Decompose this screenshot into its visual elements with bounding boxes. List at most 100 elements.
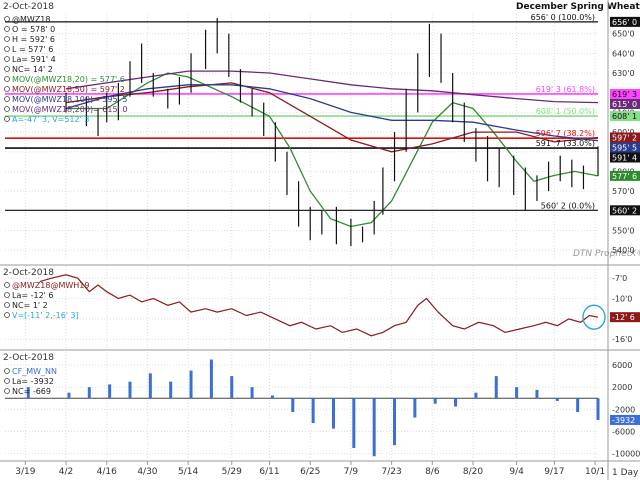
legend-item: MOV(@MWZ18,50) = 597' 2 [12, 85, 125, 94]
x-tick-label: 4/30 [137, 467, 157, 477]
cot-bar [596, 398, 600, 420]
cot-bar [291, 398, 295, 413]
legend-item: NC= -669 [12, 387, 51, 396]
y-tick-label: 540'0 [612, 246, 635, 255]
y-tick-label: -6000 [612, 427, 635, 436]
cot-bar [87, 387, 91, 399]
x-tick-label: 5/29 [222, 467, 242, 477]
x-tick-label: 6/25 [300, 467, 320, 477]
y-tick-label: -10000 [612, 449, 640, 458]
spread-value-box: -12' 6 [610, 312, 640, 323]
y-tick-label: -10'0 [612, 295, 632, 304]
cot-bar [474, 392, 478, 399]
x-tick-label: 4/16 [97, 467, 117, 477]
panel2-date: 2-Oct-2018 [3, 268, 54, 278]
x-tick-label: 8/6 [425, 467, 440, 477]
cot-bar [169, 381, 173, 399]
fib-label: 560' 2 (0.0%) [541, 201, 595, 210]
cot-bar [311, 398, 315, 424]
legend-item: @MWZ18@MWH19 [12, 281, 89, 290]
value-box-label: 619' 3 [612, 90, 637, 99]
y-tick-label: 650'0 [612, 30, 635, 39]
cot-bar [148, 373, 152, 399]
x-tick-label: 3/19 [15, 467, 35, 477]
cot-legend: CF_MW_NNLa= -3932NC= -669 [4, 367, 57, 396]
chart-background [0, 0, 640, 480]
legend-item: CF_MW_NN [12, 367, 57, 376]
x-tick-label: 9/4 [509, 467, 524, 477]
cot-bar [576, 398, 580, 413]
cot-bar [270, 395, 274, 399]
x-tick-label: 10/1 [585, 467, 605, 477]
value-box-label: 591' 4 [612, 153, 637, 162]
x-tick-label: 6/11 [259, 467, 279, 477]
value-box-label: 560' 2 [612, 206, 637, 215]
cot-bar [331, 398, 335, 429]
fib-label: 608' 1 (50.0%) [536, 107, 595, 116]
y-tick-label: -16'0 [612, 335, 632, 344]
value-box-label: -12' 6 [612, 313, 635, 322]
cot-bar [433, 398, 437, 404]
legend-item: H = 592' 6 [12, 35, 55, 44]
legend-item: MOV(@MWZ18,200)= 615' 0 [12, 105, 127, 114]
fib-label: 591' 7 (33.0%) [536, 139, 595, 148]
y-tick-label: -7'0 [612, 274, 627, 283]
x-tick-label: 4/2 [59, 467, 73, 477]
y-tick-label: 6000 [612, 361, 632, 370]
y-tick-label: 640'0 [612, 49, 635, 58]
cot-bar [515, 387, 519, 399]
cot-bar [555, 398, 559, 401]
cot-bar [352, 398, 356, 448]
fib-label: 656' 0 (100.0%) [531, 13, 595, 22]
legend-item: La= -3932 [12, 377, 54, 386]
cot-bar [189, 370, 193, 399]
legend-item: MOV(@MWZ18,20) = 577' 6 [12, 75, 125, 84]
legend-item: V=[-11' 2,-16' 3] [12, 311, 79, 320]
value-box-label: 577' 6 [612, 172, 637, 181]
legend-item: MOV(@MWZ18,100)= 595' 5 [12, 95, 127, 104]
legend-item: La= 591' 4 [12, 55, 56, 64]
x-tick-label: 9/17 [544, 467, 564, 477]
cot-value-box: -3932 [610, 414, 640, 425]
cot-bar [250, 387, 254, 399]
legend-item: NC= 1' 2 [12, 301, 48, 310]
cot-bar [209, 359, 213, 399]
legend-item: O = 578' 0 [12, 25, 55, 34]
cot-bar [413, 398, 417, 418]
x-tick-label: 7/23 [382, 467, 402, 477]
chart-title: December Spring Wheat Daily [516, 2, 640, 12]
y-tick-label: 2000 [612, 383, 632, 392]
cot-bar [108, 384, 112, 399]
x-tick-label: 5/14 [178, 467, 198, 477]
y-tick-label: 570'0 [612, 187, 635, 196]
cot-bar [494, 376, 498, 399]
legend-item: A=-47' 3, V=512' 3 [12, 115, 89, 124]
value-box-label: 597' 2 [612, 133, 637, 142]
fib-label: 596' 7 (38.2%) [536, 129, 595, 138]
value-box-label: -3932 [612, 416, 635, 425]
x-tick-label: 8/20 [463, 467, 483, 477]
cot-bar [372, 398, 376, 457]
legend-item: @MWZ18 [12, 15, 50, 24]
cot-bar [454, 398, 458, 407]
y-tick-label: 550'0 [612, 226, 635, 235]
value-box-label: 608' 1 [612, 112, 637, 121]
legend-item: La= -12' 6 [12, 291, 54, 300]
cot-bar [535, 389, 539, 399]
y-tick-label: 630'0 [612, 69, 635, 78]
value-box-label: 656' 0 [612, 18, 637, 27]
x-tick-label: 7/9 [344, 467, 359, 477]
panel1-date: 2-Oct-2018 [3, 2, 54, 12]
cot-bar [393, 398, 397, 446]
cot-bar [128, 381, 132, 399]
cot-bar [67, 392, 71, 399]
legend-item: L = 577' 6 [12, 45, 53, 54]
panel3-date: 2-Oct-2018 [3, 353, 54, 363]
fib-label: 619' 3 (61.8%) [536, 85, 595, 94]
y-tick-label: -2000 [612, 405, 635, 414]
value-box-label: 615' 0 [612, 100, 637, 109]
value-box-label: 595' 5 [612, 143, 637, 152]
wheat-chart: December Spring Wheat Daily 2-Oct-2018 @… [0, 0, 640, 480]
x-axis-unit: 1 Day [612, 468, 639, 478]
legend-item: NC= 14' 2 [12, 65, 53, 74]
